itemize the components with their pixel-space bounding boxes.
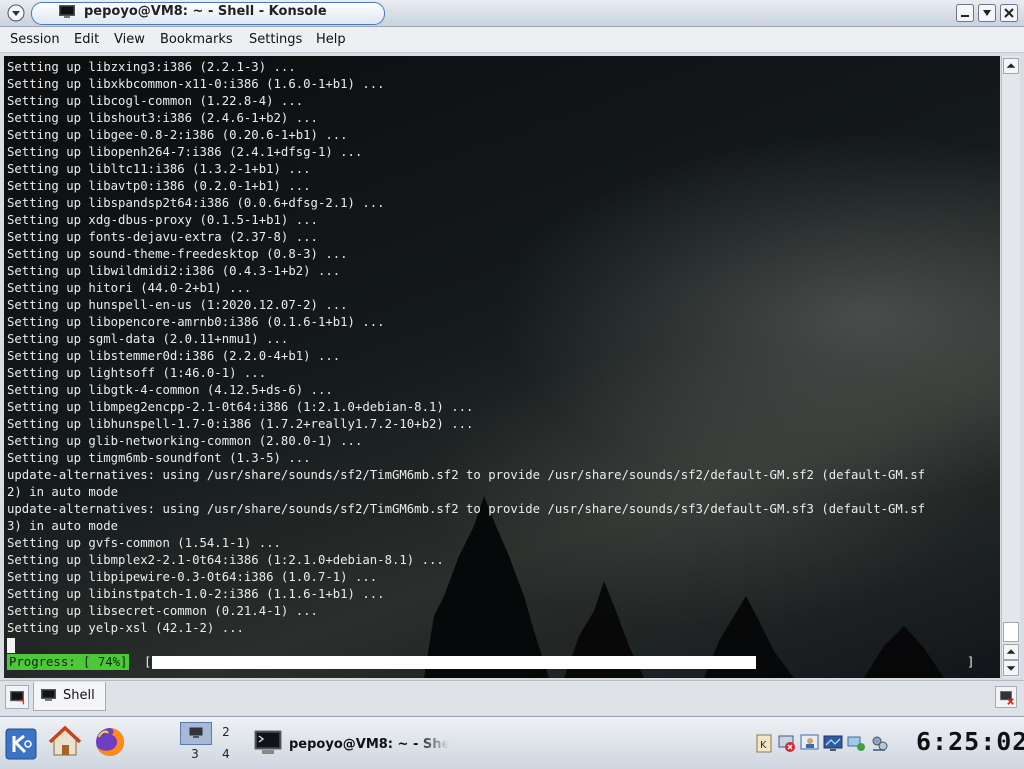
terminal-line: Setting up sound-theme-freedesktop (0.8-… [7,247,348,261]
display-icon[interactable] [823,733,843,753]
terminal-line: Setting up libhunspell-1.7-0:i386 (1.7.2… [7,417,474,431]
svg-text:K: K [760,740,767,751]
terminal-line: Setting up hitori (44.0-2+b1) ... [7,281,252,295]
terminal-line: Setting up xdg-dbus-proxy (0.1.5-1+b1) .… [7,213,318,227]
pager-desktop-4[interactable]: 4 [211,744,241,765]
desktop-pager: 2 3 4 [180,722,242,766]
konsole-icon [189,727,203,738]
terminal-line: Setting up libwildmidi2:i386 (0.4.3-1+b2… [7,264,341,278]
terminal-line: Setting up libopenh264-7:i386 (2.4.1+dfs… [7,145,363,159]
tab-shell-label: Shell [63,688,95,703]
progress-label: Progress: [ 74%] [7,654,130,670]
terminal-line: Setting up libmpeg2encpp-2.1-0t64:i386 (… [7,400,474,414]
konsole-icon [254,730,282,754]
terminal-lines: Setting up libzxing3:i386 (2.2.1-3) ... … [7,59,925,637]
terminal-line: Setting up libstemmer0d:i386 (2.2.0-4+b1… [7,349,341,363]
terminal-line: Setting up libzxing3:i386 (2.2.1-3) ... [7,60,296,74]
terminal-line: Setting up libshout3:i386 (2.4.6-1+b2) .… [7,111,318,125]
menu-bookmarks[interactable]: Bookmarks [160,32,233,47]
tab-shell[interactable]: Shell [33,682,106,711]
terminal-line: Setting up libxkbcommon-x11-0:i386 (1.6.… [7,77,385,91]
taskbar-task-konsole[interactable]: pepoyo@VM8: ~ - Shell - Konsole [250,725,450,763]
terminal-line: Setting up libspandsp2t64:i386 (0.0.6+df… [7,196,385,210]
firefox-icon[interactable] [93,725,127,759]
menu-view[interactable]: View [114,32,145,47]
terminal-line: 3) in auto mode [7,519,119,533]
menu-help[interactable]: Help [316,32,346,47]
terminal-line: Setting up gvfs-common (1.54.1-1) ... [7,536,281,550]
network-icon[interactable] [846,733,866,753]
scroll-up-icon[interactable] [1003,58,1019,74]
home-folder-icon[interactable] [48,725,82,759]
konsole-icon [59,5,75,18]
terminal-line: Setting up glib-networking-common (2.80.… [7,434,363,448]
progress-bar-fill [152,656,756,669]
scroll-down-icon[interactable] [1003,660,1019,676]
terminal-line: Setting up lightsoff (1:46.0-1) ... [7,366,267,380]
close-tab-icon[interactable] [995,686,1017,708]
network-disconnected-icon[interactable] [777,733,797,753]
menu-settings[interactable]: Settings [249,32,302,47]
terminal-line: Setting up fonts-dejavu-extra (2.37-8) .… [7,230,318,244]
settings-icon[interactable] [869,733,889,753]
pager-desktop-1[interactable] [180,722,212,745]
terminal-line: Setting up libmplex2-2.1-0t64:i386 (1:2.… [7,553,444,567]
pager-desktop-3[interactable]: 3 [180,744,210,765]
window-title: pepoyo@VM8: ~ - Shell - Konsole [84,4,327,19]
terminal-line: Setting up libgee-0.8-2:i386 (0.20.6-1+b… [7,128,348,142]
kde-menu-icon[interactable] [4,727,38,761]
system-tray: K [750,733,892,759]
terminal-line: Setting up libopencore-amrnb0:i386 (0.1.… [7,315,385,329]
terminal-cursor [7,638,15,653]
terminal-line: Setting up hunspell-en-us (1:2020.12.07-… [7,298,348,312]
progress-bracket-close: ] [967,655,975,669]
taskbar: 2 3 4 pepoyo@VM8: ~ - Shell - Konsole K [0,716,1024,769]
terminal-line: Setting up libpipewire-0.3-0t64:i386 (1.… [7,570,378,584]
terminal-line: Setting up timgm6mb-soundfont (1.3-5) ..… [7,451,311,465]
close-icon[interactable] [1000,4,1018,22]
progress-bar [152,656,968,669]
maximize-icon[interactable] [978,4,996,22]
terminal-line: Setting up yelp-xsl (42.1-2) ... [7,621,244,635]
klipper-icon[interactable]: K [754,733,774,753]
terminal-scrollbar[interactable] [1001,56,1020,678]
new-tab-icon[interactable] [5,685,29,709]
minimize-icon[interactable] [956,4,974,22]
scrollbar-thumb[interactable] [1003,622,1019,642]
terminal-output[interactable]: Setting up libzxing3:i386 (2.2.1-3) ... … [4,56,1000,678]
window-menu-button[interactable] [7,4,25,22]
taskbar-task-label: pepoyo@VM8: ~ - Shell - Konsole [289,737,449,752]
window-titlebar[interactable]: pepoyo@VM8: ~ - Shell - Konsole [0,0,1024,27]
terminal-line: Setting up libltc11:i386 (1.3.2-1+b1) ..… [7,162,311,176]
session-tab-bar: Shell [0,680,1024,715]
clock[interactable]: 6:25:02 [916,727,1024,756]
terminal-line: Setting up sgml-data (2.0.11+nmu1) ... [7,332,289,346]
terminal-line: Setting up libavtp0:i386 (0.2.0-1+b1) ..… [7,179,311,193]
terminal-line: update-alternatives: using /usr/share/so… [7,468,926,482]
menu-edit[interactable]: Edit [74,32,99,47]
progress-bracket-open: [ [144,655,152,669]
terminal-line: Setting up libgtk-4-common (4.12.5+ds-6)… [7,383,333,397]
scroll-up-icon[interactable] [1003,644,1019,660]
pager-desktop-2[interactable]: 2 [211,722,241,743]
terminal-line: Setting up libcogl-common (1.22.8-4) ... [7,94,304,108]
konsole-icon [41,689,56,701]
menu-session[interactable]: Session [10,32,60,47]
terminal-line: Setting up libsecret-common (0.21.4-1) .… [7,604,318,618]
terminal-line: Setting up libinstpatch-1.0-2:i386 (1.1.… [7,587,385,601]
menu-bar: Session Edit View Bookmarks Settings Hel… [0,27,1024,53]
terminal-line: update-alternatives: using /usr/share/so… [7,502,926,516]
terminal-line: 2) in auto mode [7,485,119,499]
user-switch-icon[interactable] [800,733,820,753]
